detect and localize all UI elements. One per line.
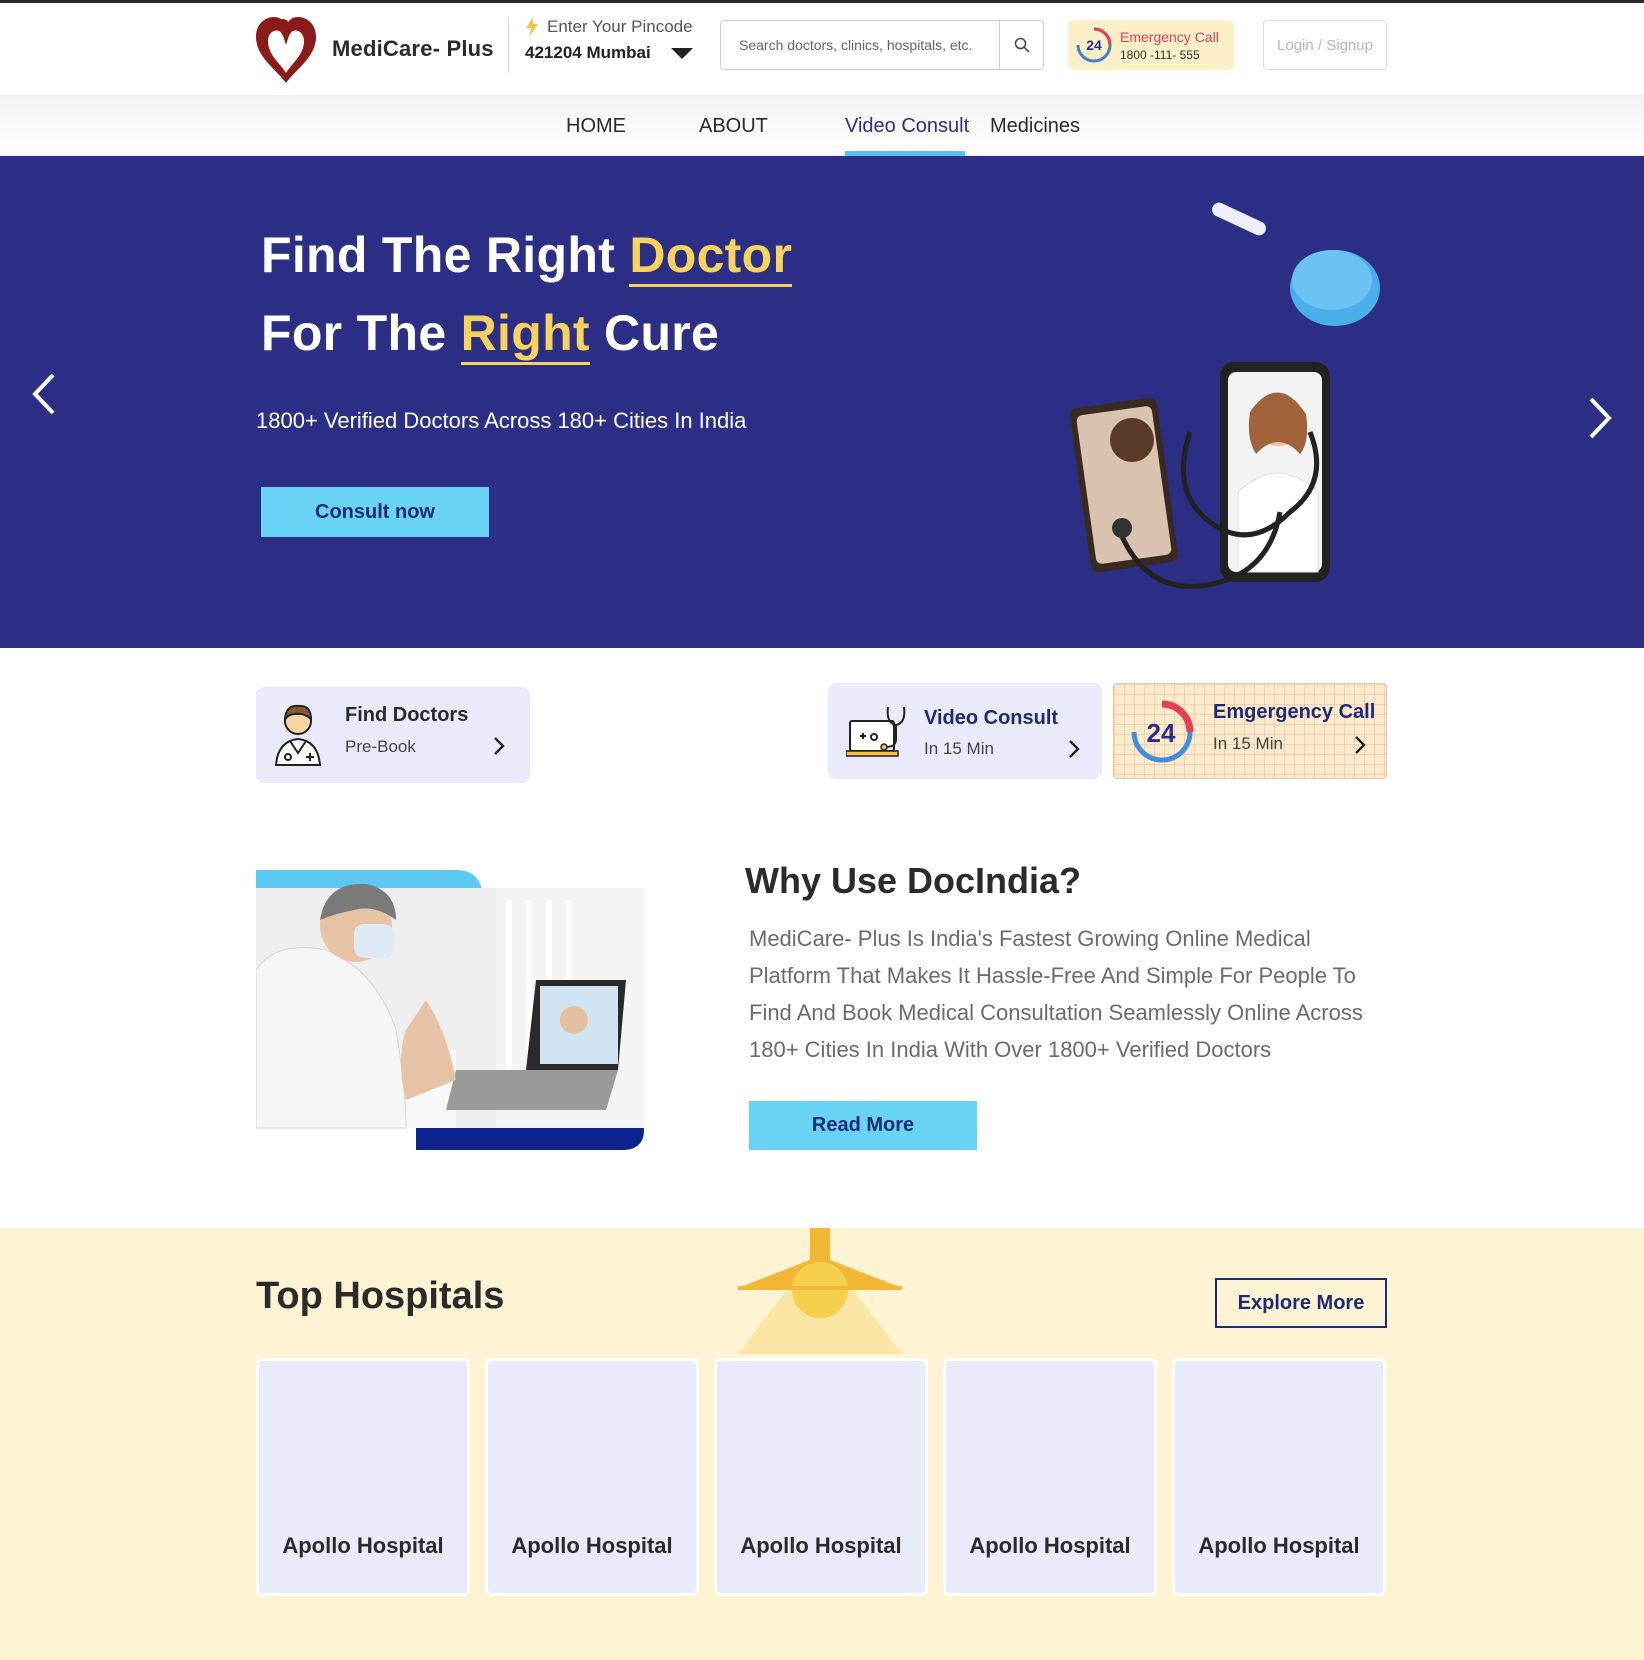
emergency-call-card[interactable]: 24 Emgergency Call In 15 Min bbox=[1113, 683, 1387, 779]
emergency-call-button[interactable]: 24 Emergency Call 1800 -111- 555 bbox=[1068, 20, 1234, 70]
find-doctors-subtitle: Pre-Book bbox=[345, 737, 416, 756]
svg-text:24: 24 bbox=[1086, 37, 1102, 53]
video-consult-title: Video Consult bbox=[924, 707, 1059, 729]
main-nav: HOME ABOUT Video Consult Medicines bbox=[0, 95, 1644, 156]
hero-banner: Find The Right Doctor For The Right Cure… bbox=[0, 156, 1644, 648]
carousel-prev-button[interactable] bbox=[14, 364, 74, 424]
nav-home[interactable]: HOME bbox=[566, 115, 626, 138]
hospital-card[interactable]: Apollo Hospital bbox=[256, 1358, 470, 1596]
lightning-icon bbox=[526, 17, 538, 37]
hospital-name: Apollo Hospital bbox=[1198, 1533, 1360, 1558]
nav-video-consult[interactable]: Video Consult bbox=[845, 115, 969, 138]
hospital-card[interactable]: Apollo Hospital bbox=[943, 1358, 1157, 1596]
top-hospitals-title: Top Hospitals bbox=[256, 1275, 505, 1317]
hospital-name: Apollo Hospital bbox=[511, 1533, 673, 1558]
find-doctors-title: Find Doctors bbox=[345, 704, 469, 726]
nav-medicines[interactable]: Medicines bbox=[990, 115, 1080, 138]
brand-logo[interactable]: MediCare- Plus bbox=[252, 13, 494, 85]
video-consult-card[interactable]: Video Consult In 15 Min bbox=[828, 683, 1102, 779]
emergency-title: Emergency Call bbox=[1120, 28, 1219, 45]
svg-text:24: 24 bbox=[1147, 718, 1176, 748]
pincode-value: 421204 Mumbai bbox=[525, 43, 651, 62]
chevron-left-icon bbox=[32, 373, 55, 415]
emergency-phone: 1800 -111- 555 bbox=[1120, 47, 1200, 62]
emergency-card-subtitle: In 15 Min bbox=[1213, 734, 1283, 753]
find-doctors-card[interactable]: Find Doctors Pre-Book bbox=[256, 687, 530, 783]
pincode-label: Enter Your Pincode bbox=[547, 17, 693, 36]
chevron-right-icon bbox=[1589, 397, 1612, 439]
caret-down-icon[interactable] bbox=[670, 47, 693, 59]
video-consult-subtitle: In 15 Min bbox=[924, 739, 994, 758]
24-hours-icon: 24 bbox=[1076, 27, 1112, 63]
doctor-phone-illustration bbox=[1069, 202, 1380, 589]
explore-more-button[interactable]: Explore More bbox=[1215, 1278, 1387, 1328]
emergency-card-title: Emgergency Call bbox=[1213, 701, 1376, 723]
carousel-next-button[interactable] bbox=[1570, 388, 1630, 448]
chevron-right-icon bbox=[494, 737, 505, 755]
hospital-card[interactable]: Apollo Hospital bbox=[485, 1358, 699, 1596]
hero-subtitle: 1800+ Verified Doctors Across 180+ Citie… bbox=[256, 408, 747, 433]
doctor-video-call-image bbox=[256, 870, 644, 1150]
chevron-right-icon bbox=[1355, 736, 1366, 754]
chevron-right-icon bbox=[1069, 740, 1080, 758]
hospital-name: Apollo Hospital bbox=[282, 1533, 444, 1558]
hospital-name: Apollo Hospital bbox=[969, 1533, 1131, 1558]
pincode-selector[interactable]: Enter Your Pincode 421204 Mumbai bbox=[508, 17, 693, 73]
top-hospitals-section: Top Hospitals Explore More Apollo Hospit… bbox=[0, 1228, 1644, 1660]
24-hours-icon: 24 bbox=[1131, 700, 1194, 763]
brand-name: MediCare- Plus bbox=[332, 36, 494, 61]
video-consult-icon bbox=[846, 706, 906, 757]
consult-now-button[interactable]: Consult now bbox=[261, 487, 489, 537]
nav-about[interactable]: ABOUT bbox=[699, 115, 768, 138]
search-button[interactable] bbox=[999, 21, 1043, 69]
search-bar bbox=[720, 20, 1044, 70]
hospital-name: Apollo Hospital bbox=[740, 1533, 902, 1558]
hero-title-line1: Find The Right Doctor bbox=[261, 226, 793, 287]
search-input[interactable] bbox=[721, 21, 999, 69]
read-more-button[interactable]: Read More bbox=[749, 1101, 977, 1150]
login-signup-button[interactable]: Login / Signup bbox=[1263, 20, 1387, 70]
site-header: MediCare- Plus Enter Your Pincode 421204… bbox=[0, 3, 1644, 95]
hero-title-line2: For The Right Cure bbox=[261, 304, 719, 365]
why-title: Why Use DocIndia? bbox=[745, 860, 1082, 901]
search-icon bbox=[1014, 37, 1030, 53]
hospital-card[interactable]: Apollo Hospital bbox=[1172, 1358, 1386, 1596]
hospital-card[interactable]: Apollo Hospital bbox=[714, 1358, 928, 1596]
lamp-illustration bbox=[738, 1228, 902, 1354]
why-description: MediCare- Plus Is India's Fastest Growin… bbox=[749, 926, 1363, 1062]
heart-logo-icon bbox=[256, 17, 316, 83]
doctor-icon bbox=[274, 704, 322, 766]
